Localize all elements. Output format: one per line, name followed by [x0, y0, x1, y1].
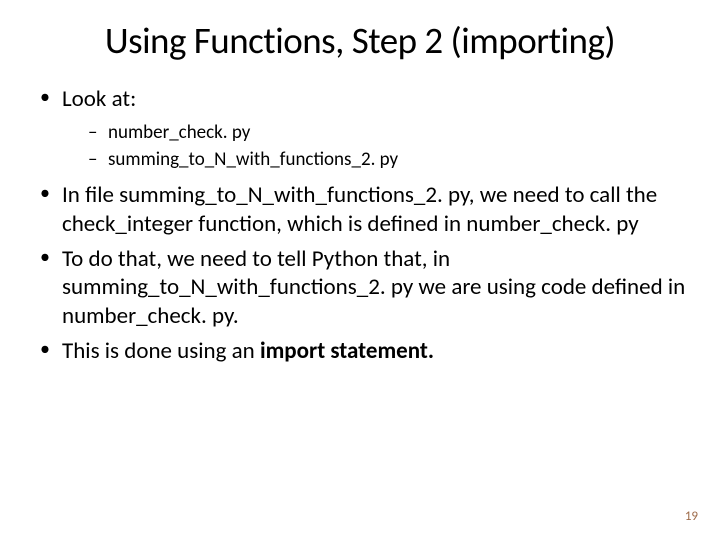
sub-list: number_check. py summing_to_N_with_funct… — [62, 120, 690, 173]
bullet-4-bold: import statement. — [260, 337, 434, 365]
bullet-1-text: Look at: — [62, 85, 136, 113]
bullet-list: Look at: number_check. py summing_to_N_w… — [30, 85, 690, 366]
page-number: 19 — [685, 509, 698, 524]
bullet-4-text-a: This is done using an — [62, 337, 260, 365]
bullet-3: To do that, we need to tell Python that,… — [40, 245, 690, 331]
sub-bullet-1: number_check. py — [88, 120, 690, 146]
bullet-1: Look at: number_check. py summing_to_N_w… — [40, 85, 690, 173]
bullet-4: This is done using an import statement. — [40, 337, 690, 366]
bullet-2: In file summing_to_N_with_functions_2. p… — [40, 181, 690, 239]
slide-title: Using Functions, Step 2 (importing) — [30, 18, 690, 63]
sub-bullet-2: summing_to_N_with_functions_2. py — [88, 147, 690, 173]
